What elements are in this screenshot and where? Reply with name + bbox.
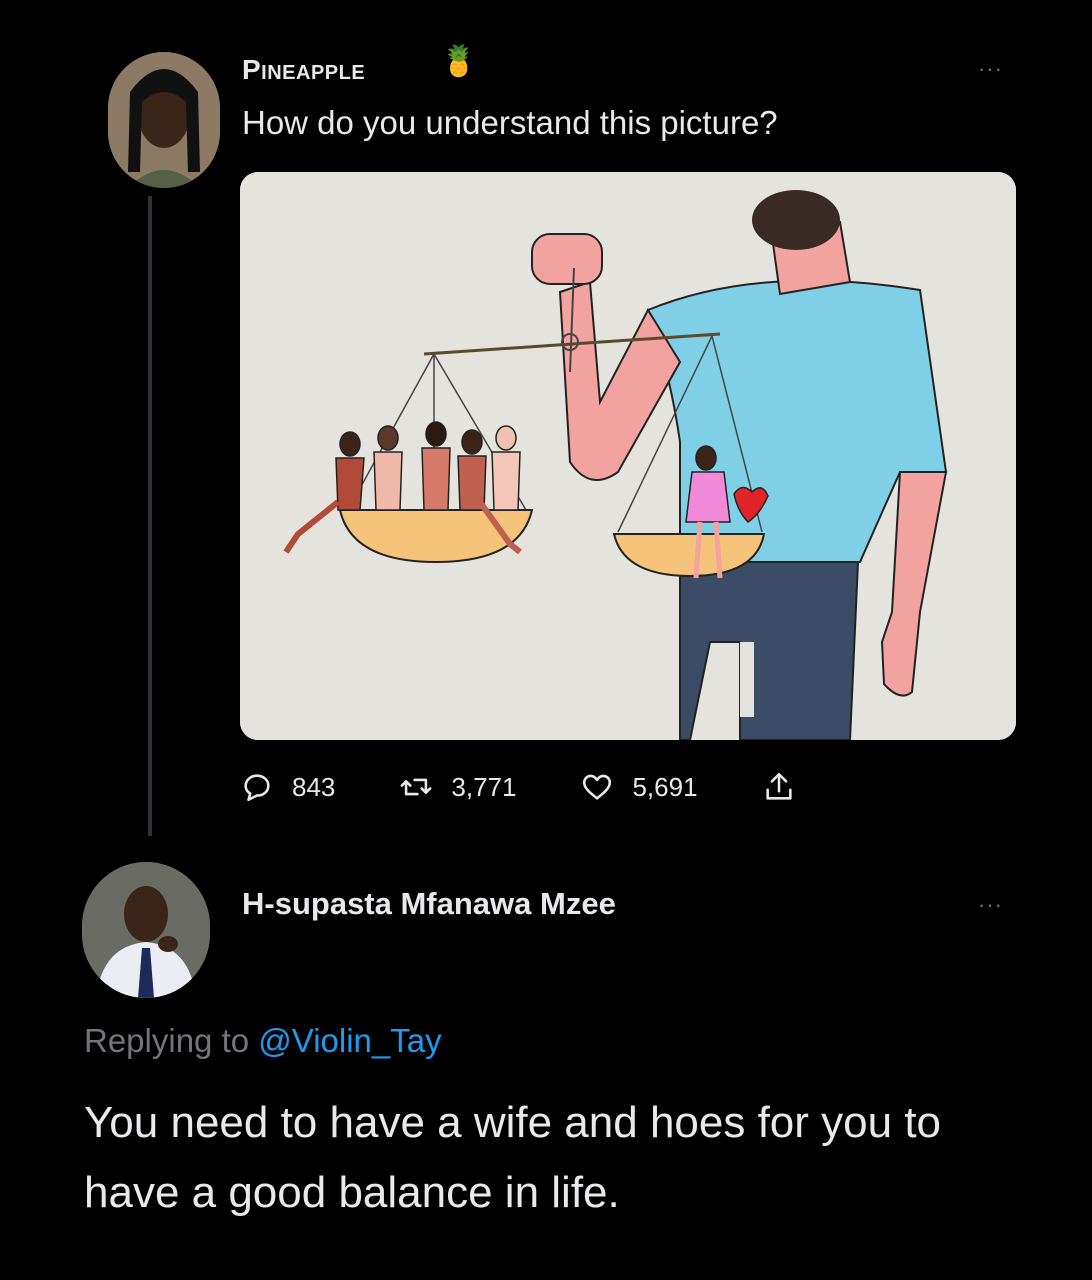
- thread-connector-line: [148, 196, 152, 836]
- scale-illustration: [240, 172, 1016, 740]
- reply-count: 843: [292, 771, 336, 802]
- reply-author-name[interactable]: H-supasta Mfanawa Mzee: [242, 886, 616, 922]
- share-button[interactable]: [762, 770, 814, 804]
- share-icon: [765, 772, 792, 800]
- reply-more-options-icon[interactable]: ···: [978, 892, 1003, 918]
- reply-text: You need to have a wife and hoes for you…: [84, 1098, 942, 1217]
- retweet-icon: [400, 778, 432, 796]
- reply-button[interactable]: 843: [240, 770, 335, 804]
- replying-to-handle[interactable]: @Violin_Tay: [258, 1022, 441, 1059]
- tweet-media-image[interactable]: [240, 172, 1016, 740]
- like-count: 5,691: [632, 771, 698, 802]
- replying-to-line: Replying to @Violin_Tay: [84, 1022, 442, 1060]
- replying-to-label: Replying to: [84, 1022, 250, 1059]
- retweet-count: 3,771: [451, 771, 517, 802]
- tweet-text: How do you understand this picture?: [242, 104, 778, 141]
- pineapple-emoji: 🍍: [440, 45, 478, 78]
- reply-icon: [244, 774, 270, 802]
- heart-icon: [583, 774, 612, 800]
- more-options-icon[interactable]: ···: [978, 56, 1003, 82]
- avatar-portrait: [108, 52, 220, 188]
- avatar-portrait: [82, 862, 210, 998]
- author-name[interactable]: Pineapple: [242, 54, 365, 86]
- like-button[interactable]: 5,691: [580, 770, 698, 804]
- author-avatar[interactable]: [108, 52, 220, 188]
- tweet-action-bar: 843 3,771 5,691: [240, 762, 940, 812]
- retweet-button[interactable]: 3,771: [399, 770, 516, 804]
- reply-author-avatar[interactable]: [82, 862, 210, 998]
